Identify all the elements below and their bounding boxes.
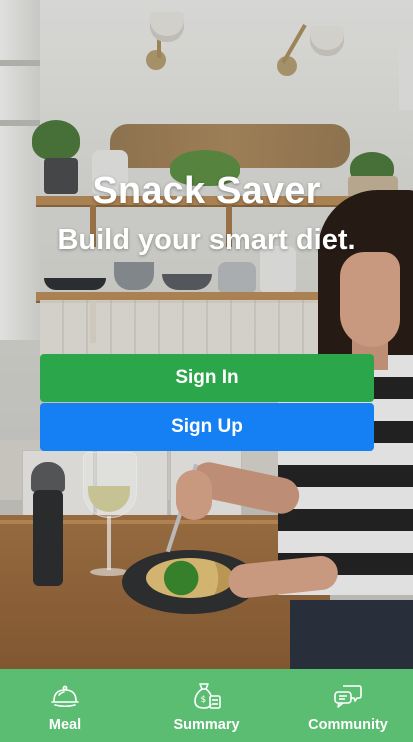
sign-up-button[interactable]: Sign Up [40,403,374,451]
app-title: Snack Saver [92,170,321,212]
tab-community[interactable]: Community [293,669,403,742]
sign-in-button[interactable]: Sign In [40,354,374,402]
svg-text:$: $ [200,695,206,705]
money-bag-icon: $ [190,681,224,711]
tab-summary[interactable]: $ Summary [152,669,262,742]
app-tagline: Build your smart diet. [57,224,356,256]
tab-summary-label: Summary [173,717,240,733]
tab-meal-label: Meal [48,717,82,733]
cloche-icon [48,681,82,711]
chat-bubbles-icon [331,681,365,711]
bottom-tab-bar: Meal $ Summary Community [0,669,413,742]
tab-meal[interactable]: Meal [10,669,120,742]
welcome-screen: Snack Saver Build your smart diet. Sign … [0,0,413,742]
tab-community-label: Community [308,717,388,733]
